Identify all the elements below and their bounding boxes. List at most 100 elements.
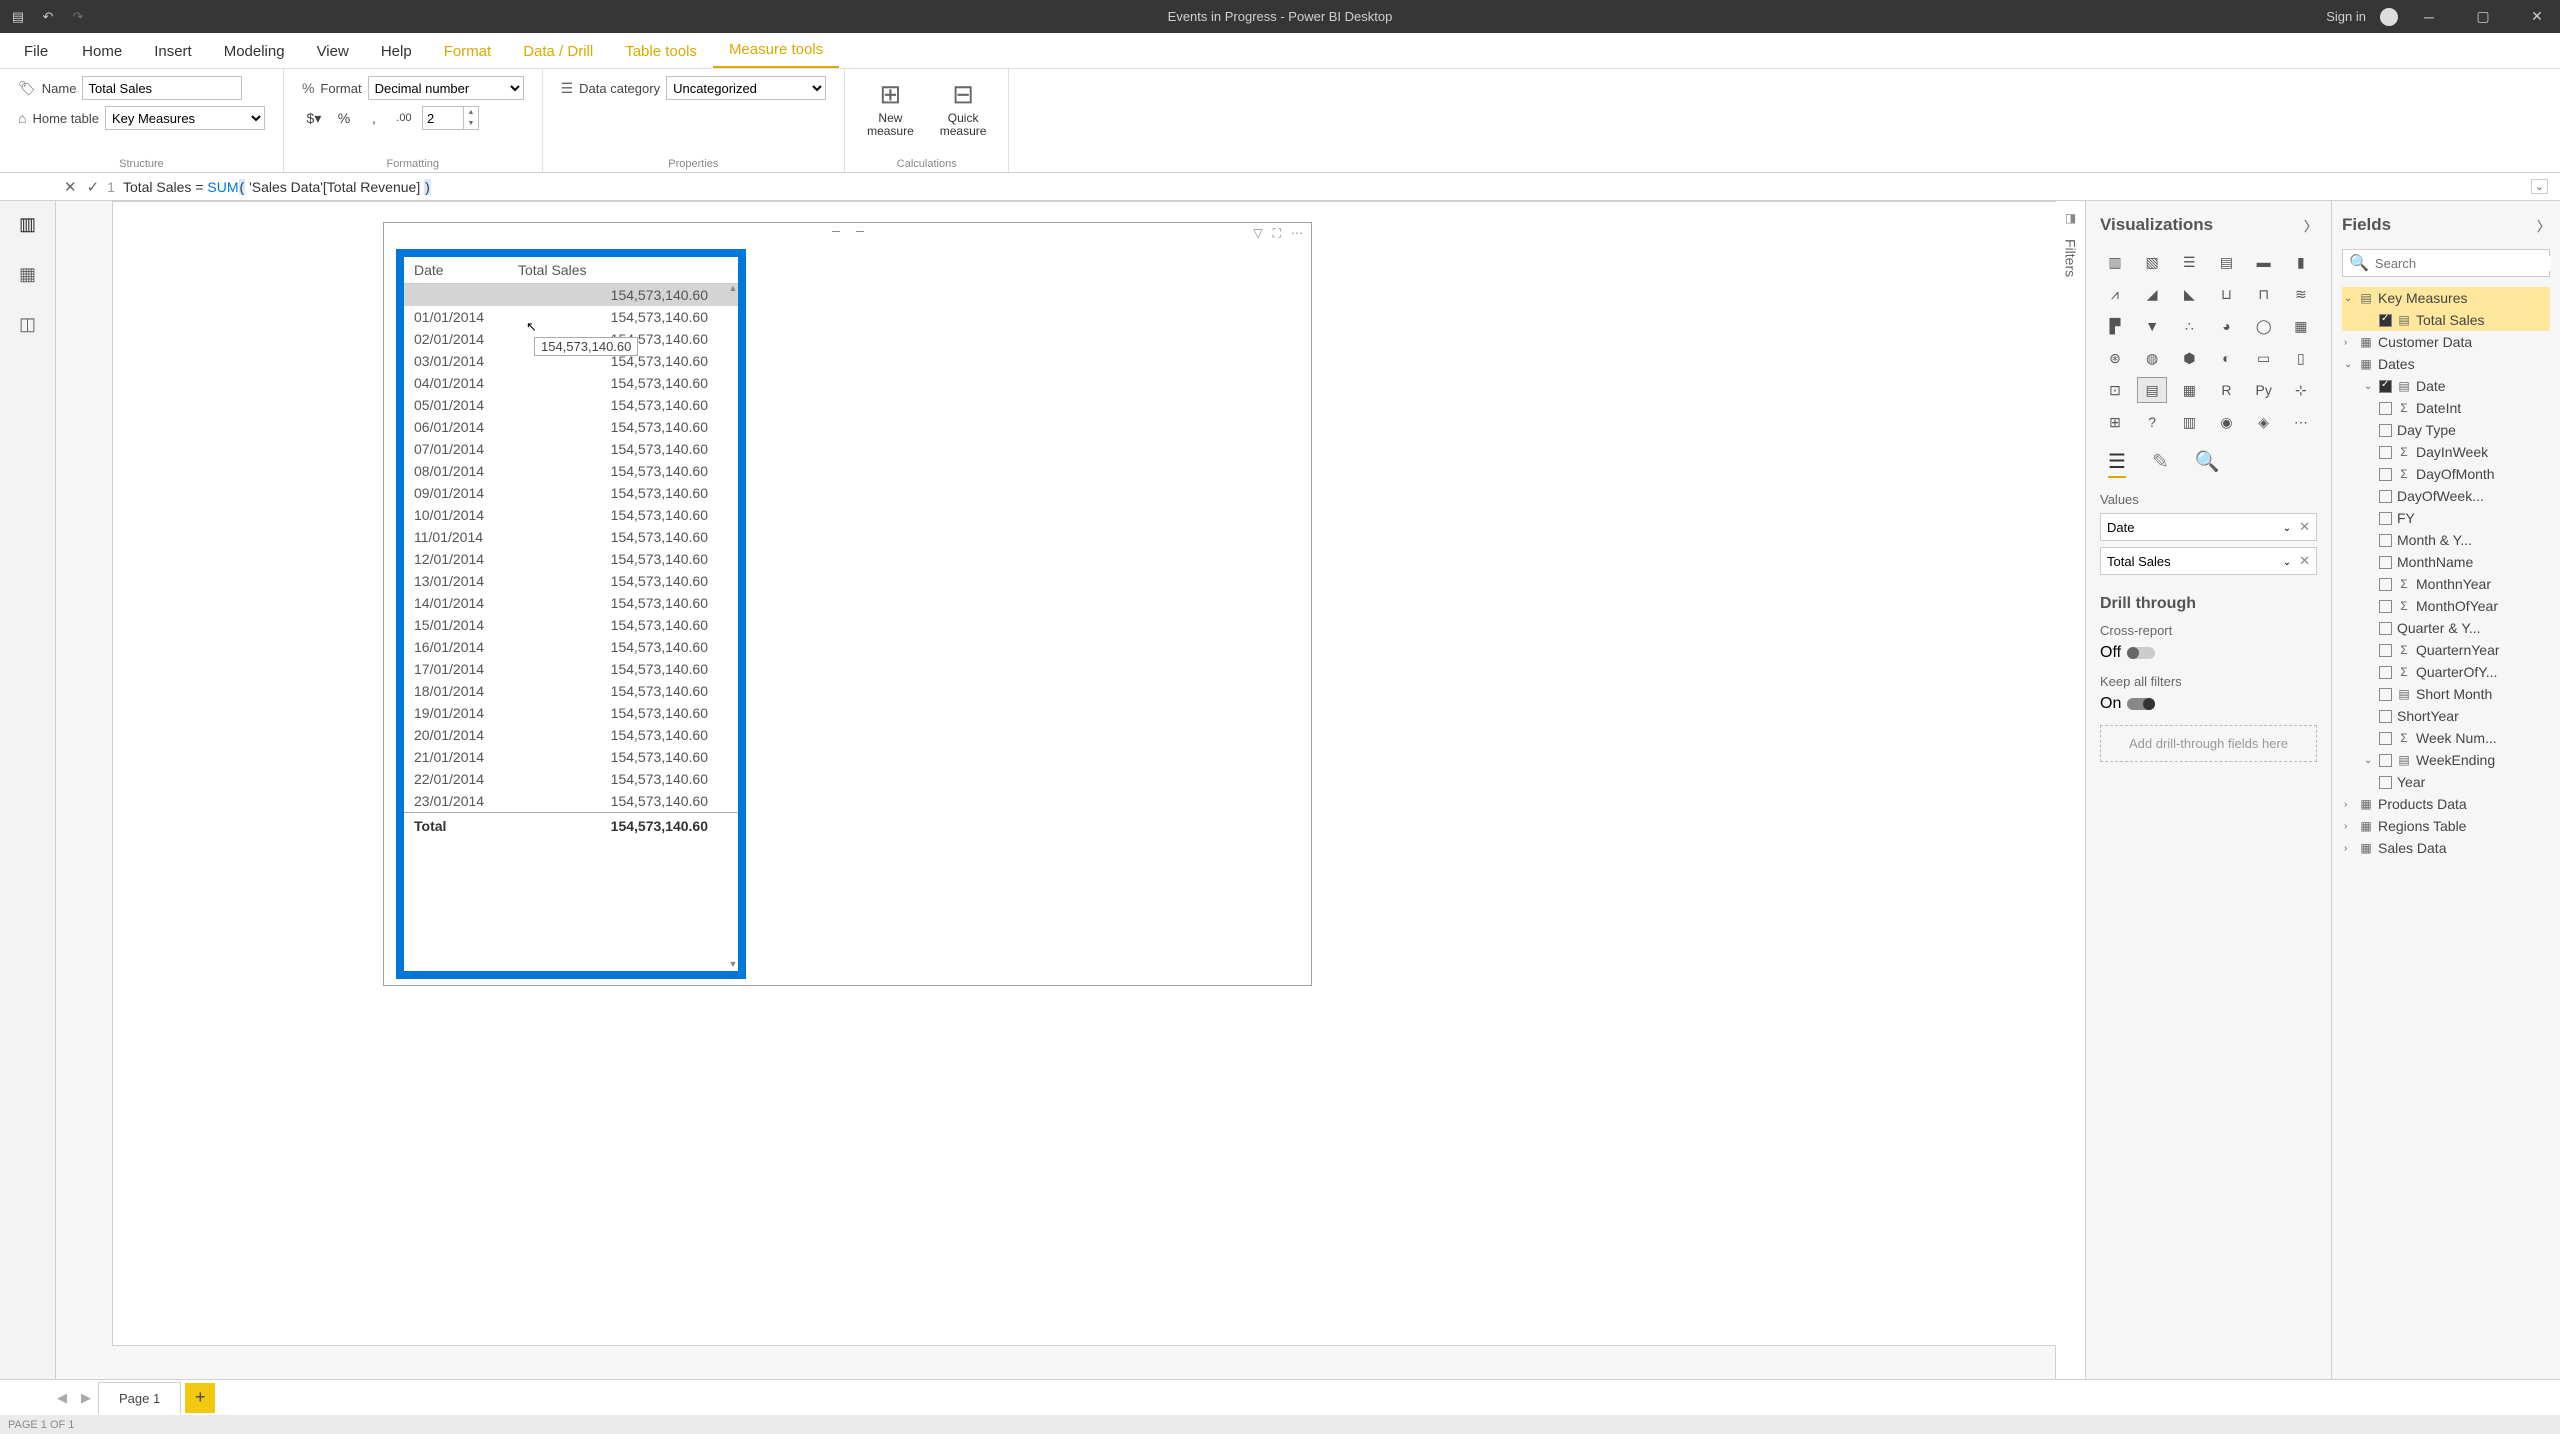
minimize-button[interactable]: ─ bbox=[2406, 0, 2452, 33]
table-header[interactable]: Date Total Sales bbox=[404, 257, 738, 284]
checkbox[interactable] bbox=[2379, 732, 2392, 745]
formula-input[interactable]: 1 Total Sales = SUM ( 'Sales Data'[Total… bbox=[107, 179, 2531, 195]
checkbox[interactable] bbox=[2379, 688, 2392, 701]
table-row[interactable]: 14/01/2014154,573,140.60 bbox=[404, 592, 738, 614]
col-total-sales[interactable]: Total Sales bbox=[508, 257, 738, 283]
filter-icon[interactable]: ▽ bbox=[1253, 226, 1262, 241]
100-column-icon[interactable]: ▮ bbox=[2286, 249, 2316, 275]
checkbox[interactable] bbox=[2379, 754, 2392, 767]
report-canvas[interactable]: ▽ ⛶ ⋯ Date Total Sales bbox=[112, 201, 2084, 1346]
area-chart-icon[interactable]: ◢ bbox=[2137, 281, 2167, 307]
expand-formula-icon[interactable]: ⌄ bbox=[2531, 179, 2548, 194]
map-icon[interactable]: ⊛ bbox=[2100, 345, 2130, 371]
format-select[interactable]: Decimal number bbox=[368, 76, 524, 100]
decimal-button[interactable]: .00 bbox=[392, 106, 416, 130]
table-row[interactable]: 21/01/2014154,573,140.60 bbox=[404, 746, 738, 768]
table-key-measures[interactable]: ⌄▤Key Measures bbox=[2342, 287, 2550, 309]
field-quarterofy[interactable]: ΣQuarterOfY... bbox=[2342, 661, 2550, 683]
modeling-tab[interactable]: Modeling bbox=[208, 35, 301, 68]
table-visual[interactable]: ▽ ⛶ ⋯ Date Total Sales bbox=[383, 222, 1312, 986]
key-influencers-icon[interactable]: ⊹ bbox=[2286, 377, 2316, 403]
field-dateint[interactable]: ΣDateInt bbox=[2342, 397, 2550, 419]
qna-icon[interactable]: ? bbox=[2137, 409, 2167, 435]
table-row[interactable]: 07/01/2014154,573,140.60 bbox=[404, 438, 738, 460]
file-menu[interactable]: File bbox=[6, 35, 66, 68]
fields-tab-icon[interactable]: ☰ bbox=[2108, 449, 2126, 478]
checkbox[interactable] bbox=[2379, 468, 2392, 481]
format-tab[interactable]: Format bbox=[428, 35, 508, 68]
table-row[interactable]: 18/01/2014154,573,140.60 bbox=[404, 680, 738, 702]
col-date[interactable]: Date bbox=[404, 257, 508, 283]
table-row[interactable]: 17/01/2014154,573,140.60 bbox=[404, 658, 738, 680]
field-daytype[interactable]: Day Type bbox=[2342, 419, 2550, 441]
analytics-tab-icon[interactable]: 🔍 bbox=[2195, 449, 2220, 478]
field-dayofweek[interactable]: DayOfWeek... bbox=[2342, 485, 2550, 507]
funnel-icon[interactable]: ▼ bbox=[2137, 313, 2167, 339]
field-quarternyear[interactable]: ΣQuarternYear bbox=[2342, 639, 2550, 661]
field-monthofyear[interactable]: ΣMonthOfYear bbox=[2342, 595, 2550, 617]
table-tools-tab[interactable]: Table tools bbox=[609, 35, 713, 68]
model-view-icon[interactable]: ◫ bbox=[17, 313, 39, 335]
multi-card-icon[interactable]: ▯ bbox=[2286, 345, 2316, 371]
table-row[interactable]: 09/01/2014154,573,140.60 bbox=[404, 482, 738, 504]
add-page-button[interactable]: + bbox=[185, 1383, 215, 1413]
stacked-column-icon[interactable]: ▧ bbox=[2137, 249, 2167, 275]
checkbox[interactable] bbox=[2379, 512, 2392, 525]
checkbox[interactable] bbox=[2379, 534, 2392, 547]
page-tab-1[interactable]: Page 1 bbox=[98, 1382, 181, 1414]
prev-page-icon[interactable]: ◀ bbox=[50, 1390, 74, 1406]
insert-tab[interactable]: Insert bbox=[138, 35, 208, 68]
clustered-bar-icon[interactable]: ☰ bbox=[2174, 249, 2204, 275]
canvas-area[interactable]: ▽ ⛶ ⋯ Date Total Sales bbox=[56, 201, 2056, 1379]
table-row[interactable]: 01/01/2014154,573,140.60 bbox=[404, 306, 738, 328]
donut-icon[interactable]: ◯ bbox=[2249, 313, 2279, 339]
field-quartery[interactable]: Quarter & Y... bbox=[2342, 617, 2550, 639]
field-dayofmonth[interactable]: ΣDayOfMonth bbox=[2342, 463, 2550, 485]
checkbox[interactable] bbox=[2379, 556, 2392, 569]
view-tab[interactable]: View bbox=[301, 35, 365, 68]
remove-date-icon[interactable]: ✕ bbox=[2299, 519, 2310, 534]
data-drill-tab[interactable]: Data / Drill bbox=[507, 35, 609, 68]
table-row[interactable]: 10/01/2014154,573,140.60 bbox=[404, 504, 738, 526]
checkbox[interactable] bbox=[2379, 424, 2392, 437]
decomposition-icon[interactable]: ⊞ bbox=[2100, 409, 2130, 435]
ribbon-chart-icon[interactable]: ≋ bbox=[2286, 281, 2316, 307]
home-tab[interactable]: Home bbox=[66, 35, 138, 68]
field-weekending[interactable]: ⌄▤WeekEnding bbox=[2342, 749, 2550, 771]
table-sales-data[interactable]: ›▦Sales Data bbox=[2342, 837, 2550, 859]
value-field-total-sales[interactable]: Total Sales ⌄✕ bbox=[2100, 547, 2317, 575]
data-view-icon[interactable]: ▦ bbox=[17, 263, 39, 285]
filled-map-icon[interactable]: ◍ bbox=[2137, 345, 2167, 371]
table-row[interactable]: 23/01/2014154,573,140.60 bbox=[404, 790, 738, 812]
field-year[interactable]: Year bbox=[2342, 771, 2550, 793]
fields-search[interactable]: 🔍 bbox=[2342, 249, 2550, 277]
checkbox[interactable] bbox=[2379, 710, 2392, 723]
paginated-icon[interactable]: ▥ bbox=[2174, 409, 2204, 435]
pie-icon[interactable]: ◕ bbox=[2211, 313, 2241, 339]
format-tab-icon[interactable]: ✎ bbox=[2152, 449, 2169, 478]
collapse-viz-icon[interactable]: 〉 bbox=[2304, 216, 2317, 235]
table-row[interactable]: 06/01/2014154,573,140.60 bbox=[404, 416, 738, 438]
field-shortyear[interactable]: ShortYear bbox=[2342, 705, 2550, 727]
currency-button[interactable]: $▾ bbox=[302, 106, 326, 130]
checkbox[interactable] bbox=[2379, 776, 2392, 789]
scatter-icon[interactable]: ∴ bbox=[2174, 313, 2204, 339]
commit-formula-icon[interactable]: ✓ bbox=[87, 178, 100, 196]
table-scrollbar[interactable]: ▲ ▼ bbox=[728, 283, 738, 971]
maximize-button[interactable]: ▢ bbox=[2460, 0, 2506, 33]
measure-tools-tab[interactable]: Measure tools bbox=[713, 33, 839, 68]
table-row[interactable]: 15/01/2014154,573,140.60 bbox=[404, 614, 738, 636]
table-products-data[interactable]: ›▦Products Data bbox=[2342, 793, 2550, 815]
remove-total-sales-icon[interactable]: ✕ bbox=[2299, 553, 2310, 568]
table-row[interactable]: 22/01/2014154,573,140.60 bbox=[404, 768, 738, 790]
checkbox[interactable] bbox=[2379, 380, 2392, 393]
avatar-icon[interactable] bbox=[2380, 8, 2398, 26]
field-total-sales[interactable]: ▤Total Sales bbox=[2342, 309, 2550, 331]
kpi-icon[interactable]: ⊡ bbox=[2100, 377, 2130, 403]
table-customer-data[interactable]: ›▦Customer Data bbox=[2342, 331, 2550, 353]
report-view-icon[interactable]: ▥ bbox=[17, 213, 39, 235]
data-category-select[interactable]: Uncategorized bbox=[666, 76, 826, 100]
comma-button[interactable]: , bbox=[362, 106, 386, 130]
gauge-icon[interactable]: ◐ bbox=[2211, 345, 2241, 371]
treemap-icon[interactable]: ▦ bbox=[2286, 313, 2316, 339]
